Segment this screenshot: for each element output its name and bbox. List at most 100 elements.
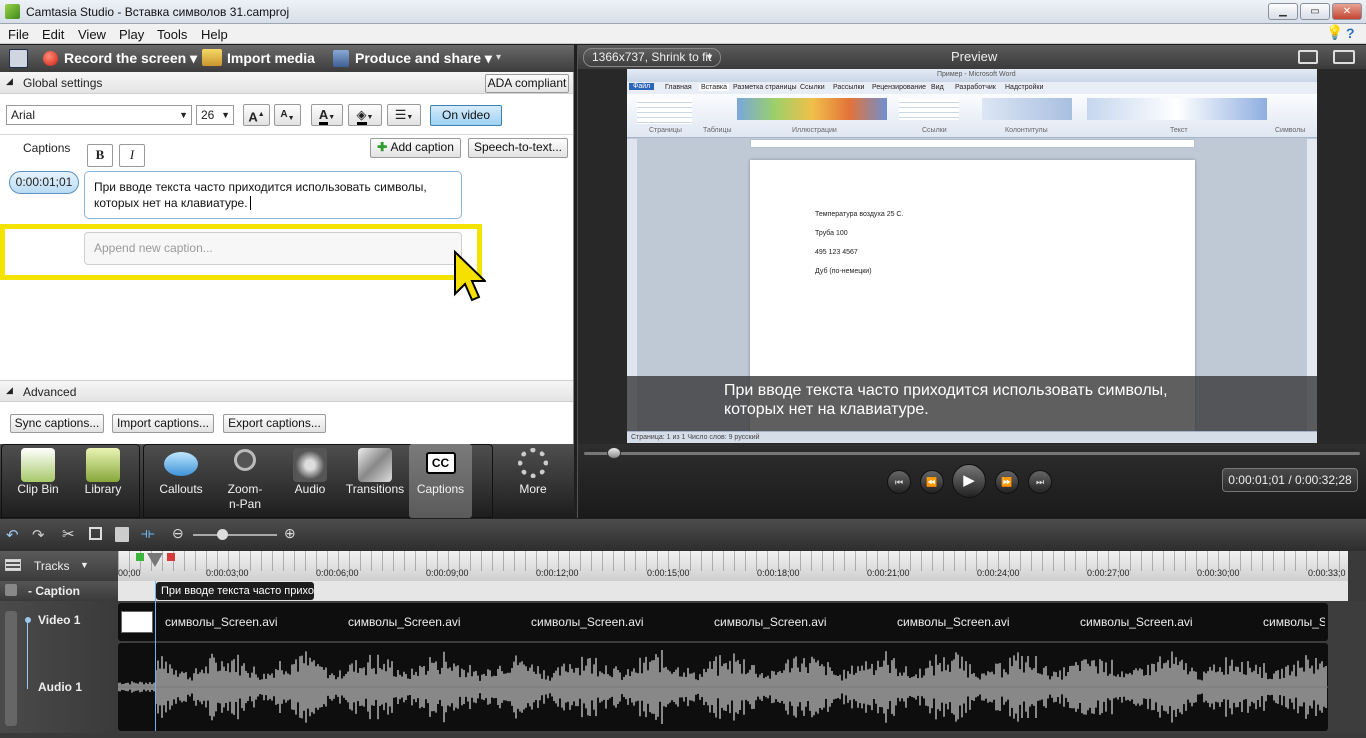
ribbon-icons <box>637 98 692 124</box>
word-tab: Ссылки <box>800 84 825 91</box>
ruler-label: 0:00:33;0 <box>1308 568 1346 578</box>
menu-tools[interactable]: Tools <box>157 27 187 42</box>
split-icon[interactable]: ⟛ <box>141 525 155 542</box>
zoom-slider-handle[interactable] <box>217 529 229 540</box>
fullscreen-icon[interactable] <box>1333 50 1355 64</box>
task-tabs: Clip Bin Library Callouts Zoom-n-Pan Aud… <box>0 444 574 518</box>
decrease-font-icon[interactable]: A▼ <box>274 104 301 126</box>
redo-icon[interactable]: ↷ <box>32 526 45 544</box>
save-icon[interactable] <box>9 49 28 68</box>
caption-timestamp[interactable]: 0:00:01;01 <box>9 171 79 194</box>
word-tab: Рецензирование <box>872 84 927 91</box>
append-caption-input[interactable]: Append new caption... <box>84 232 462 265</box>
toolbar-overflow-icon[interactable]: ▾ <box>496 52 501 63</box>
bold-button[interactable]: B <box>87 144 113 167</box>
out-marker[interactable] <box>167 553 175 561</box>
rewind-icon[interactable]: ⏪ <box>920 470 944 494</box>
menu-view[interactable]: View <box>78 27 106 42</box>
align-icon[interactable]: ☰▼ <box>387 104 421 126</box>
add-caption-button[interactable]: ✚ Add caption <box>370 138 461 158</box>
collapse-arrow-icon: ◢ <box>6 76 13 86</box>
help-icon[interactable]: ? <box>1346 25 1355 41</box>
skip-end-icon[interactable]: ⏭ <box>1028 470 1052 494</box>
font-select[interactable]: Arial ▼ <box>6 105 192 125</box>
maximize-button[interactable]: ▭ <box>1300 3 1330 20</box>
zoom-in-icon[interactable]: ⊕ <box>284 525 296 542</box>
mouse-cursor-icon <box>454 250 486 302</box>
export-captions-button[interactable]: Export captions... <box>223 414 326 433</box>
video-clip[interactable]: символы_Screen.avi символы_Screen.avi си… <box>118 603 1328 641</box>
audio-waveform <box>118 650 1328 724</box>
word-hruler <box>750 139 1195 148</box>
divider <box>0 134 573 135</box>
time-ruler[interactable]: 00;00 0:00:03;00 0:00:06;00 0:00:09;00 0… <box>118 551 1348 581</box>
menu-play[interactable]: Play <box>119 27 144 42</box>
ada-compliant-button[interactable]: ADA compliant <box>485 74 569 93</box>
video-frame: Пример - Microsoft Word Файл Главная Вст… <box>627 69 1317 443</box>
caption-track-header[interactable]: - Caption <box>0 581 118 601</box>
play-icon[interactable]: ▶ <box>952 464 986 498</box>
tab-callouts[interactable]: Callouts <box>152 444 210 518</box>
tab-captions[interactable]: CC Captions <box>409 444 472 518</box>
paste-icon[interactable] <box>115 527 129 542</box>
tab-transitions[interactable]: Transitions <box>342 444 408 518</box>
ruler-ticks <box>118 551 1348 571</box>
skip-start-icon[interactable]: ⏮ <box>887 470 911 494</box>
caption-track-label: Caption <box>35 584 81 598</box>
tab-clip-bin[interactable]: Clip Bin <box>8 444 68 518</box>
track-link-line <box>27 623 28 689</box>
import-captions-button[interactable]: Import captions... <box>112 414 214 433</box>
undo-icon[interactable]: ↶ <box>6 526 19 544</box>
menu-bar: File Edit View Play Tools Help 💡 ? <box>0 24 1366 44</box>
lock-icon[interactable] <box>5 584 17 596</box>
advanced-label: Advanced <box>23 385 77 399</box>
speech-to-text-button[interactable]: Speech-to-text... <box>468 138 568 158</box>
caption-text-input[interactable]: При вводе текста часто приходится исполь… <box>84 171 462 219</box>
menu-file[interactable]: File <box>8 27 29 42</box>
minimize-button[interactable]: ▁ <box>1268 3 1298 20</box>
tab-more[interactable]: More <box>500 444 566 518</box>
lightbulb-icon[interactable]: 💡 <box>1326 24 1343 41</box>
cut-icon[interactable]: ✂ <box>62 525 75 543</box>
detach-preview-icon[interactable] <box>1298 50 1318 64</box>
ruler-label: 0:00:24;00 <box>977 568 1020 578</box>
ruler-label: 0:00:30;00 <box>1197 568 1240 578</box>
video-track-label: Video 1 <box>38 613 81 627</box>
captions-label: Captions <box>23 141 71 155</box>
font-size-select[interactable]: 26 ▼ <box>196 105 234 125</box>
track-lock-bar[interactable] <box>5 611 17 726</box>
tracks-header[interactable]: Tracks ▼ <box>0 551 118 581</box>
copy-icon[interactable] <box>89 527 102 540</box>
tab-zoom-n-pan[interactable]: Zoom-n-Pan <box>214 444 276 518</box>
record-icon <box>43 51 58 66</box>
caption-clip[interactable]: При вводе текста часто прихо <box>156 582 314 600</box>
tab-audio[interactable]: Audio <box>281 444 339 518</box>
fast-forward-icon[interactable]: ⏩ <box>995 470 1019 494</box>
fill-color-icon[interactable]: ◈▼ <box>348 104 382 126</box>
produce-share-button[interactable]: Produce and share ▾ <box>355 50 492 67</box>
zoom-slider[interactable] <box>193 534 277 536</box>
increase-font-icon[interactable]: A▲ <box>243 104 270 126</box>
italic-button[interactable]: I <box>119 144 145 167</box>
tab-library[interactable]: Library <box>73 444 133 518</box>
tracks-icon <box>5 559 21 571</box>
preview-title: Preview <box>951 49 998 64</box>
font-color-icon[interactable]: A▼ <box>311 104 343 126</box>
menu-help[interactable]: Help <box>201 27 228 42</box>
in-marker[interactable] <box>136 553 144 561</box>
advanced-header[interactable]: ◢ Advanced <box>0 380 573 402</box>
record-screen-button[interactable]: Record the screen ▾ <box>64 50 197 67</box>
sync-captions-button[interactable]: Sync captions... <box>10 414 104 433</box>
scrubber-handle[interactable] <box>607 447 622 459</box>
close-button[interactable]: ✕ <box>1332 3 1362 20</box>
playback-scrubber[interactable] <box>584 452 1360 455</box>
word-ribbon-tabs: Файл Главная Вставка Разметка страницы С… <box>627 82 1317 94</box>
preview-size-select[interactable]: 1366x737, Shrink to fit ▼ <box>583 48 721 67</box>
import-media-button[interactable]: Import media <box>227 50 315 66</box>
clip-label: символы_Screen.avi <box>714 615 827 629</box>
on-video-toggle[interactable]: On video <box>430 105 502 126</box>
word-titlebar: Пример - Microsoft Word <box>627 69 1317 82</box>
zoom-out-icon[interactable]: ⊖ <box>172 525 184 542</box>
menu-edit[interactable]: Edit <box>42 27 64 42</box>
audio-clip[interactable] <box>118 643 1328 731</box>
